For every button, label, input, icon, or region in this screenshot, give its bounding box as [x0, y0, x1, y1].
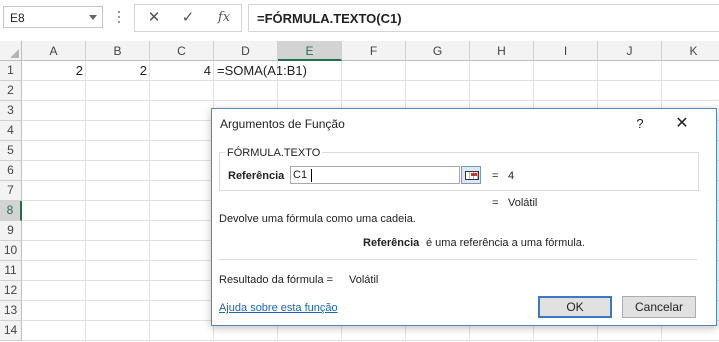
function-arguments-dialog: Argumentos de Função ? ✕ FÓRMULA.TEXTO R…: [211, 108, 717, 326]
row-header-8[interactable]: 8: [0, 201, 22, 221]
column-header-f[interactable]: F: [342, 41, 406, 61]
insert-function-icon[interactable]: fx: [210, 6, 238, 30]
argument-result: 4: [508, 170, 515, 182]
help-link[interactable]: Ajuda sobre esta função: [219, 302, 338, 314]
column-header-i[interactable]: I: [534, 41, 598, 61]
formula-result-label: Resultado da fórmula =: [219, 274, 334, 286]
row-header-2[interactable]: 2: [0, 81, 22, 101]
cell-A1[interactable]: 2: [22, 61, 86, 81]
cell-B1[interactable]: 2: [86, 61, 150, 81]
column-header-c[interactable]: C: [150, 41, 214, 61]
cell-C1[interactable]: 4: [150, 61, 214, 81]
select-all-corner[interactable]: [0, 41, 22, 61]
column-header-d[interactable]: D: [214, 41, 278, 61]
row-header-7[interactable]: 7: [0, 181, 22, 201]
collapse-dialog-icon[interactable]: [461, 166, 481, 184]
row-header-6[interactable]: 6: [0, 161, 22, 181]
function-name: FÓRMULA.TEXTO: [225, 147, 323, 159]
function-result: Volátil: [508, 197, 538, 209]
chevron-down-icon[interactable]: [89, 15, 97, 20]
reference-input[interactable]: C1: [290, 166, 460, 184]
row-header-14[interactable]: 14: [0, 321, 22, 341]
row-header-1[interactable]: 1: [0, 61, 22, 81]
column-header-e[interactable]: E: [278, 41, 342, 61]
reference-value: C1: [293, 169, 308, 181]
text-caret: [311, 169, 312, 182]
formula-bar: E8 ✕ ✓ fx =FÓRMULA.TEXTO(C1): [0, 0, 719, 36]
divider: [219, 259, 697, 260]
cancel-icon[interactable]: ✕: [140, 6, 168, 30]
argument-equals: =: [492, 170, 499, 182]
column-header-k[interactable]: K: [662, 41, 719, 61]
row-header-9[interactable]: 9: [0, 221, 22, 241]
argument-label: Referência: [228, 170, 285, 182]
column-header-h[interactable]: H: [470, 41, 534, 61]
cell-D1[interactable]: =SOMA(A1:B1): [215, 61, 357, 81]
row-header-3[interactable]: 3: [0, 101, 22, 121]
argument-help-name: Referência: [363, 237, 420, 249]
formula-input[interactable]: =FÓRMULA.TEXTO(C1): [248, 4, 719, 32]
formula-result-value: Volátil: [349, 274, 379, 286]
row-header-13[interactable]: 13: [0, 301, 22, 321]
name-box[interactable]: E8: [3, 6, 103, 28]
column-header-j[interactable]: J: [598, 41, 662, 61]
column-header-a[interactable]: A: [22, 41, 86, 61]
column-header-b[interactable]: B: [86, 41, 150, 61]
drag-handle-icon[interactable]: [118, 11, 121, 25]
row-header-10[interactable]: 10: [0, 241, 22, 261]
function-description: Devolve uma fórmula como uma cadeia.: [219, 213, 416, 225]
name-box-value: E8: [10, 11, 25, 25]
close-icon[interactable]: ✕: [672, 114, 692, 134]
check-icon[interactable]: ✓: [174, 6, 202, 30]
formula-text: =FÓRMULA.TEXTO(C1): [257, 11, 402, 26]
argument-help-text: é uma referência a uma fórmula.: [426, 237, 585, 249]
row-header-5[interactable]: 5: [0, 141, 22, 161]
column-header-g[interactable]: G: [406, 41, 470, 61]
help-icon[interactable]: ?: [630, 114, 650, 134]
row-header-4[interactable]: 4: [0, 121, 22, 141]
cancel-button[interactable]: Cancelar: [622, 296, 696, 318]
dialog-title: Argumentos de Função: [220, 117, 345, 131]
row-header-12[interactable]: 12: [0, 281, 22, 301]
ok-button[interactable]: OK: [538, 296, 612, 318]
row-header-11[interactable]: 11: [0, 261, 22, 281]
function-equals: =: [492, 197, 499, 209]
